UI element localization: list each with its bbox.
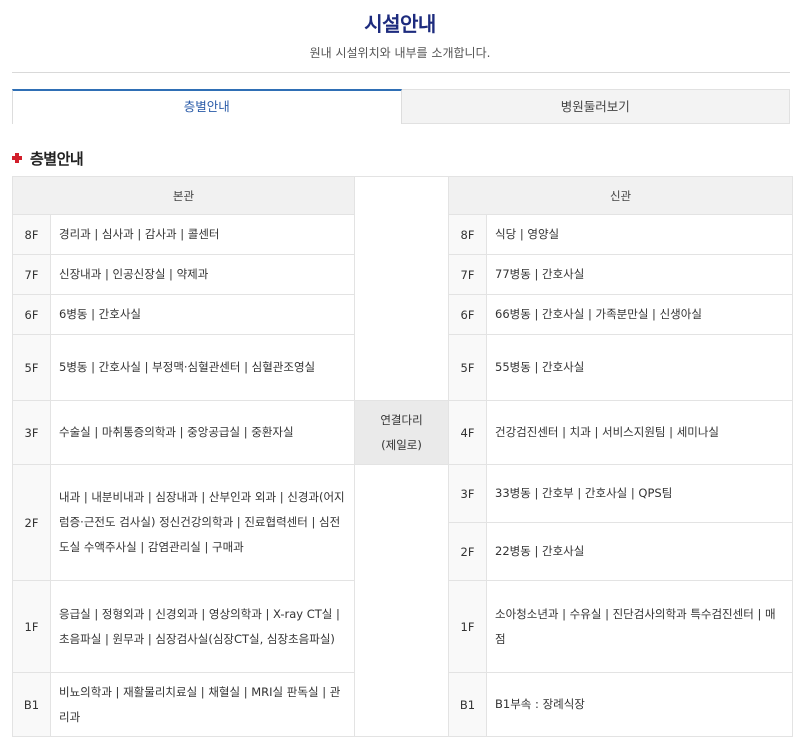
floor-label: 5F xyxy=(448,334,488,401)
floor-label: 1F xyxy=(12,580,51,673)
floor-info: 66병동 | 간호사실 | 가족분만실 | 신생아실 xyxy=(486,294,794,335)
red-cross-icon xyxy=(12,153,22,163)
floor-label: 3F xyxy=(12,400,51,465)
section-label: 층별안내 xyxy=(30,149,84,168)
floor-info: 신장내과 | 인공신장실 | 약제과 xyxy=(49,254,356,295)
floor-label: 8F xyxy=(12,214,51,255)
tab-hospital-tour[interactable]: 병원둘러보기 xyxy=(401,89,790,124)
floor-label: 6F xyxy=(12,294,51,335)
main-building-header: 본관 xyxy=(11,176,356,215)
floor-info: 수술실 | 마취통증의학과 | 중앙공급실 | 중환자실 xyxy=(49,400,356,465)
floor-info: 77병동 | 간호사실 xyxy=(486,254,794,295)
floor-info: 식당 | 영양실 xyxy=(486,214,794,255)
bridge-label: 연결다리 xyxy=(380,412,423,427)
bridge-gap-top xyxy=(354,176,450,401)
tab-bar: 층별안내 병원둘러보기 xyxy=(12,89,790,124)
floor-guide-table: 본관 신관 8F 경리과 | 심사과 | 감사과 | 콜센터 8F 식당 | 영… xyxy=(11,176,794,737)
bridge-gap-bottom xyxy=(354,464,450,737)
floor-info: 비뇨의학과 | 재활물리치료실 | 채혈실 | MRI실 판독실 | 관리과 xyxy=(49,672,356,737)
title-divider xyxy=(12,72,790,73)
floor-label: 8F xyxy=(448,214,488,255)
floor-label: B1 xyxy=(448,672,488,737)
table-row: 2F 내과 | 내분비내과 | 심장내과 | 산부인과 외과 | 신경과(어지럼… xyxy=(12,464,794,737)
bridge-sublabel: (제일로) xyxy=(381,437,422,452)
floor-info: 내과 | 내분비내과 | 심장내과 | 산부인과 외과 | 신경과(어지럼증·근… xyxy=(49,464,356,581)
floor-label: 2F xyxy=(448,522,488,581)
new-building-header: 신관 xyxy=(448,176,794,215)
floor-label: 7F xyxy=(12,254,51,295)
page-subtitle: 원내 시설위치와 내부를 소개합니다. xyxy=(309,46,491,60)
floor-info: 5병동 | 간호사실 | 부정맥·심혈관센터 | 심혈관조영실 xyxy=(49,334,356,401)
floor-label: 4F xyxy=(448,400,488,465)
floor-label: 6F xyxy=(448,294,488,335)
floor-label: 5F xyxy=(12,334,51,401)
floor-info: 22병동 | 간호사실 xyxy=(486,522,794,581)
floor-label: 2F xyxy=(12,464,51,581)
floor-info: 33병동 | 간호부 | 간호사실 | QPS팀 xyxy=(486,464,794,523)
floor-info: 소아청소년과 | 수유실 | 진단검사의학과 특수검진센터 | 매점 xyxy=(486,580,794,673)
floor-label: 7F xyxy=(448,254,488,295)
floor-label: B1 xyxy=(12,672,51,737)
page-title: 시설안내 xyxy=(364,12,436,36)
floor-label: 1F xyxy=(448,580,488,673)
floor-info: 55병동 | 간호사실 xyxy=(486,334,794,401)
floor-info: 응급실 | 정형외과 | 신경외과 | 영상의학과 | X-ray CT실 | … xyxy=(49,580,356,673)
floor-info: 경리과 | 심사과 | 감사과 | 콜센터 xyxy=(49,214,356,255)
bridge-cell: 연결다리 (제일로) xyxy=(354,400,450,465)
floor-info: 6병동 | 간호사실 xyxy=(49,294,356,335)
floor-info: B1부속 : 장례식장 xyxy=(486,672,794,737)
section-title: 층별안내 xyxy=(12,147,84,169)
table-header-row: 본관 신관 xyxy=(11,176,794,401)
floor-label: 3F xyxy=(448,464,488,523)
tab-floor-guide[interactable]: 층별안내 xyxy=(12,89,402,124)
floor-info: 건강검진센터 | 치과 | 서비스지원팀 | 세미나실 xyxy=(486,400,794,465)
table-row: 3F 수술실 | 마취통증의학과 | 중앙공급실 | 중환자실 연결다리 (제일… xyxy=(12,400,794,465)
